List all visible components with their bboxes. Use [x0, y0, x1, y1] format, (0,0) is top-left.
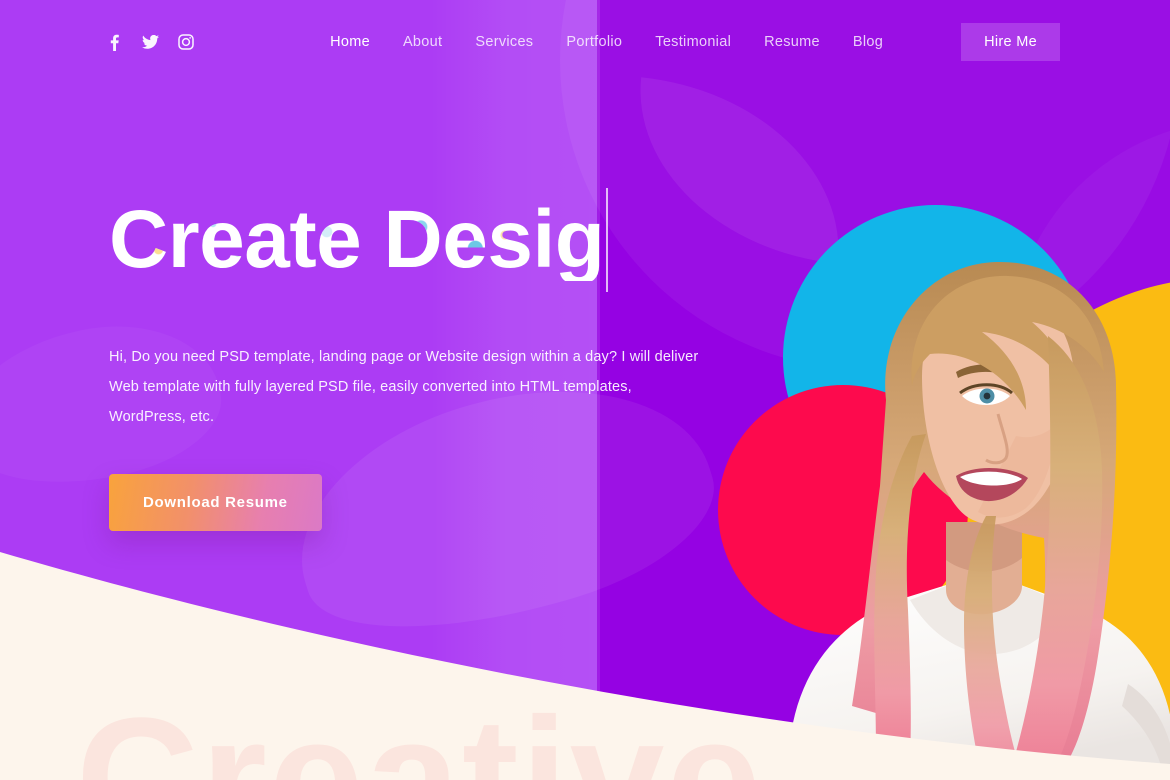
- hero-description: Hi, Do you need PSD template, landing pa…: [109, 349, 699, 425]
- facebook-icon[interactable]: [104, 32, 124, 52]
- site-header: Home About Services Portfolio Testimonia…: [0, 0, 1170, 84]
- hero-section: Creative Home About Services Portfolio T…: [0, 0, 1170, 780]
- nav-item-about[interactable]: About: [403, 34, 442, 50]
- twitter-icon[interactable]: [140, 32, 160, 52]
- hero-copy: Create Desig Hi, Do you need PSD templat…: [109, 188, 749, 531]
- download-resume-button[interactable]: Download Resume: [109, 474, 322, 531]
- nav-item-services[interactable]: Services: [475, 34, 533, 50]
- nav-item-resume[interactable]: Resume: [764, 34, 820, 50]
- nav-item-testimonial[interactable]: Testimonial: [655, 34, 731, 50]
- watermark-text: Creative: [76, 683, 763, 780]
- headline-row: Create Desig: [109, 188, 749, 292]
- main-navigation: Home About Services Portfolio Testimonia…: [330, 23, 1060, 61]
- page-title: Create Desig: [109, 194, 605, 285]
- hire-me-button[interactable]: Hire Me: [961, 23, 1060, 61]
- nav-item-home[interactable]: Home: [330, 34, 370, 50]
- instagram-icon[interactable]: [176, 32, 196, 52]
- typing-cursor: [606, 188, 609, 292]
- nav-item-portfolio[interactable]: Portfolio: [566, 34, 622, 50]
- nav-item-blog[interactable]: Blog: [853, 34, 883, 50]
- social-links: [104, 32, 196, 52]
